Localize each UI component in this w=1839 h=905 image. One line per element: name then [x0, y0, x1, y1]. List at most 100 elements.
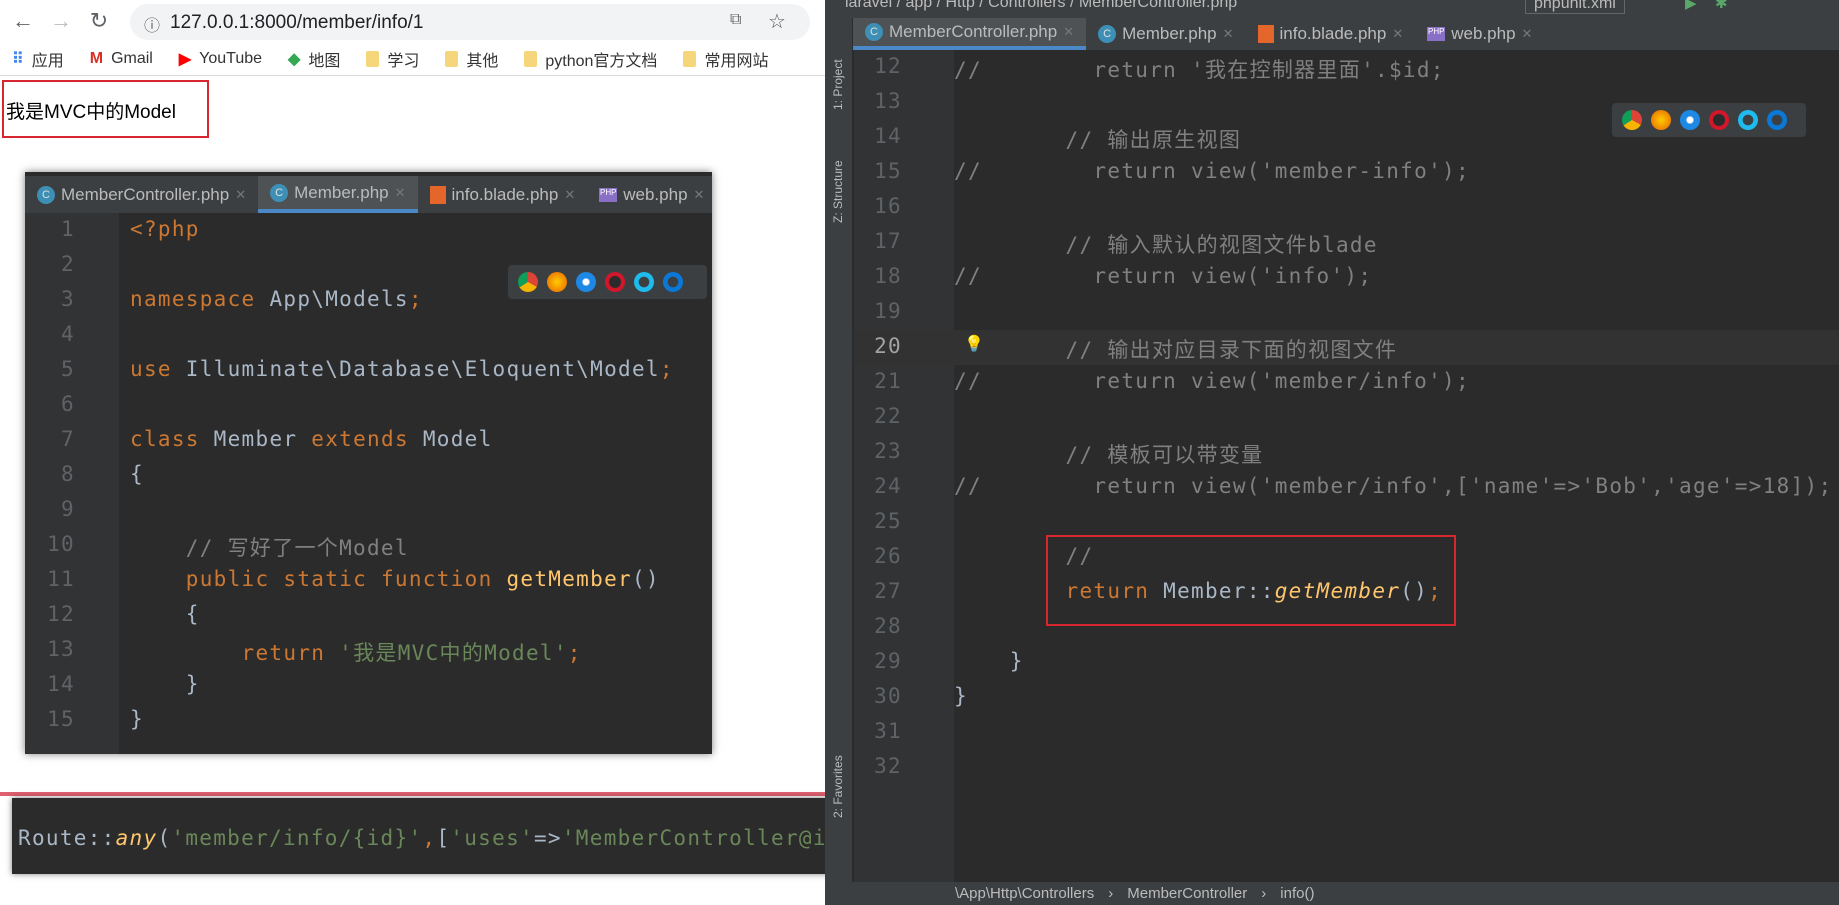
star-icon[interactable]: ☆ [768, 9, 786, 34]
code-line[interactable]: 20 // 输出对应目录下面的视图文件 💡 [854, 330, 1839, 365]
code-token: App\Models [269, 287, 409, 311]
close-icon[interactable]: ✕ [694, 187, 705, 203]
tool-project[interactable]: 1: Project [831, 59, 845, 110]
tab-membercontroller-php[interactable]: C MemberController.php ✕ [25, 176, 258, 213]
code-token: // 写好了一个Model [130, 536, 409, 560]
code-line[interactable]: 4 [25, 318, 712, 353]
run-icon[interactable]: ▶ [1685, 0, 1697, 12]
tab-web-php[interactable]: PHP web.php ✕ [1415, 18, 1544, 50]
code-line[interactable]: 11 public static function getMember() [25, 563, 712, 598]
tab-info-blade-php[interactable]: info.blade.php ✕ [1246, 18, 1416, 50]
browser-launch-bar [508, 265, 707, 299]
firefox-icon[interactable] [1651, 110, 1671, 130]
close-icon[interactable]: ✕ [1223, 26, 1234, 42]
folder-icon [445, 50, 459, 67]
bookmark-item[interactable]: ◆ 地图 [288, 47, 340, 71]
code-token: [ [436, 826, 451, 850]
code-line[interactable]: 23 // 模板可以带变量 [854, 435, 1839, 470]
code-line[interactable]: 9 [25, 493, 712, 528]
address-bar[interactable]: ⓘ 127.0.0.1:8000/member/info/1 ⧉ ☆ [130, 4, 810, 40]
crumb-method[interactable]: info() [1280, 885, 1314, 902]
edge-icon[interactable] [663, 272, 683, 292]
code-text: // 输出对应目录下面的视图文件 [954, 334, 1397, 364]
code-token: { [130, 602, 200, 626]
tool-structure[interactable]: Z: Structure [831, 160, 845, 223]
edge-icon[interactable] [1767, 110, 1787, 130]
bookmark-item[interactable]: python官方文档 [524, 47, 657, 71]
opera-icon[interactable] [1709, 110, 1729, 130]
code-line[interactable]: 19 [854, 295, 1839, 330]
code-token: Member [213, 427, 312, 451]
debug-icon[interactable]: ✱ [1715, 0, 1728, 12]
tab-membercontroller-php[interactable]: C MemberController.php ✕ [853, 18, 1087, 50]
line-number: 10 [47, 532, 75, 556]
top-breadcrumb[interactable]: laravel / app / Http / Controllers / Mem… [845, 0, 1237, 12]
firefox-icon[interactable] [547, 272, 567, 292]
code-line[interactable]: 30} [854, 680, 1839, 715]
code-line[interactable]: 16 [854, 190, 1839, 225]
code-line[interactable]: 13 return '我是MVC中的Model'; [25, 633, 712, 668]
code-line[interactable]: 17 // 输入默认的视图文件blade [854, 225, 1839, 260]
code-line[interactable]: 6 [25, 388, 712, 423]
code-line[interactable]: 10 // 写好了一个Model [25, 528, 712, 563]
close-icon[interactable]: ✕ [395, 185, 406, 201]
code-line[interactable]: 8{ [25, 458, 712, 493]
close-icon[interactable]: ✕ [235, 187, 246, 203]
ie-icon[interactable] [634, 272, 654, 292]
url-text[interactable]: 127.0.0.1:8000/member/info/1 [170, 12, 424, 34]
code-line[interactable]: 12 { [25, 598, 712, 633]
back-icon[interactable]: ← [10, 8, 36, 34]
bookmark-item[interactable]: 其他 [445, 47, 498, 71]
close-icon[interactable]: ✕ [564, 187, 575, 203]
code-line[interactable]: 31 [854, 715, 1839, 750]
line-number: 15 [47, 707, 75, 731]
code-line[interactable]: 15} [25, 703, 712, 738]
code-token: class [130, 427, 214, 451]
chrome-icon[interactable] [1622, 110, 1642, 130]
forward-icon[interactable]: → [48, 8, 74, 34]
code-token: use [130, 357, 186, 381]
crumb-namespace[interactable]: \App\Http\Controllers [955, 885, 1094, 902]
code-line[interactable]: 1 <?php [25, 213, 712, 248]
bookmark-item[interactable]: 学习 [366, 47, 419, 71]
run-config-select[interactable]: phpunit.xml [1525, 0, 1625, 14]
crumb-class[interactable]: MemberController [1127, 885, 1247, 902]
tab-member-php[interactable]: C Member.php ✕ [1086, 18, 1245, 50]
tab-info-blade-php[interactable]: info.blade.php ✕ [418, 176, 588, 213]
ie-icon[interactable] [1738, 110, 1758, 130]
code-line[interactable]: 15 // return view('member-info'); [854, 155, 1839, 190]
bookmark-item[interactable]: ⠿ 应用 [12, 47, 64, 71]
route-code: Route::any('member/info/{id}',['uses'=>'… [18, 826, 924, 850]
code-line[interactable]: 18 // return view('info'); [854, 260, 1839, 295]
code-line[interactable]: 32 [854, 750, 1839, 785]
chrome-icon[interactable] [518, 272, 538, 292]
reload-icon[interactable]: ↻ [86, 8, 112, 34]
bookmark-item[interactable]: M Gmail [90, 50, 153, 68]
safari-icon[interactable] [576, 272, 596, 292]
code-line[interactable]: 12 // return '我在控制器里面'.$id; [854, 50, 1839, 85]
code-token: Illuminate\Database\Eloquent\Model [185, 357, 660, 381]
code-line[interactable]: 29 } [854, 645, 1839, 680]
lightbulb-icon[interactable]: 💡 [964, 334, 984, 354]
tab-web-php[interactable]: PHP web.php ✕ [587, 176, 712, 213]
ide-window: laravel / app / Http / Controllers / Mem… [825, 0, 1839, 905]
code-line[interactable]: 5 use Illuminate\Database\Eloquent\Model; [25, 353, 712, 388]
gmail-icon: M [89, 49, 104, 67]
close-icon[interactable]: ✕ [1522, 26, 1533, 42]
tool-favorites[interactable]: 2: Favorites [831, 755, 845, 818]
code-token: } [954, 649, 1024, 673]
code-line[interactable]: 21 // return view('member/info'); [854, 365, 1839, 400]
close-icon[interactable]: ✕ [1392, 26, 1403, 42]
code-line[interactable]: 7 class Member extends Model [25, 423, 712, 458]
bookmark-item[interactable]: ▶ YouTube [179, 49, 262, 69]
code-line[interactable]: 24 // return view('member/info',['name'=>… [854, 470, 1839, 505]
opera-icon[interactable] [605, 272, 625, 292]
bookmark-item[interactable]: 常用网站 [683, 47, 768, 71]
code-line[interactable]: 22 [854, 400, 1839, 435]
code-line[interactable]: 14 } [25, 668, 712, 703]
close-icon[interactable]: ✕ [1063, 24, 1074, 40]
tab-member-php[interactable]: C Member.php ✕ [258, 176, 418, 213]
tab-label: Member.php [294, 182, 389, 202]
translate-icon[interactable]: ⧉ [730, 11, 741, 29]
safari-icon[interactable] [1680, 110, 1700, 130]
